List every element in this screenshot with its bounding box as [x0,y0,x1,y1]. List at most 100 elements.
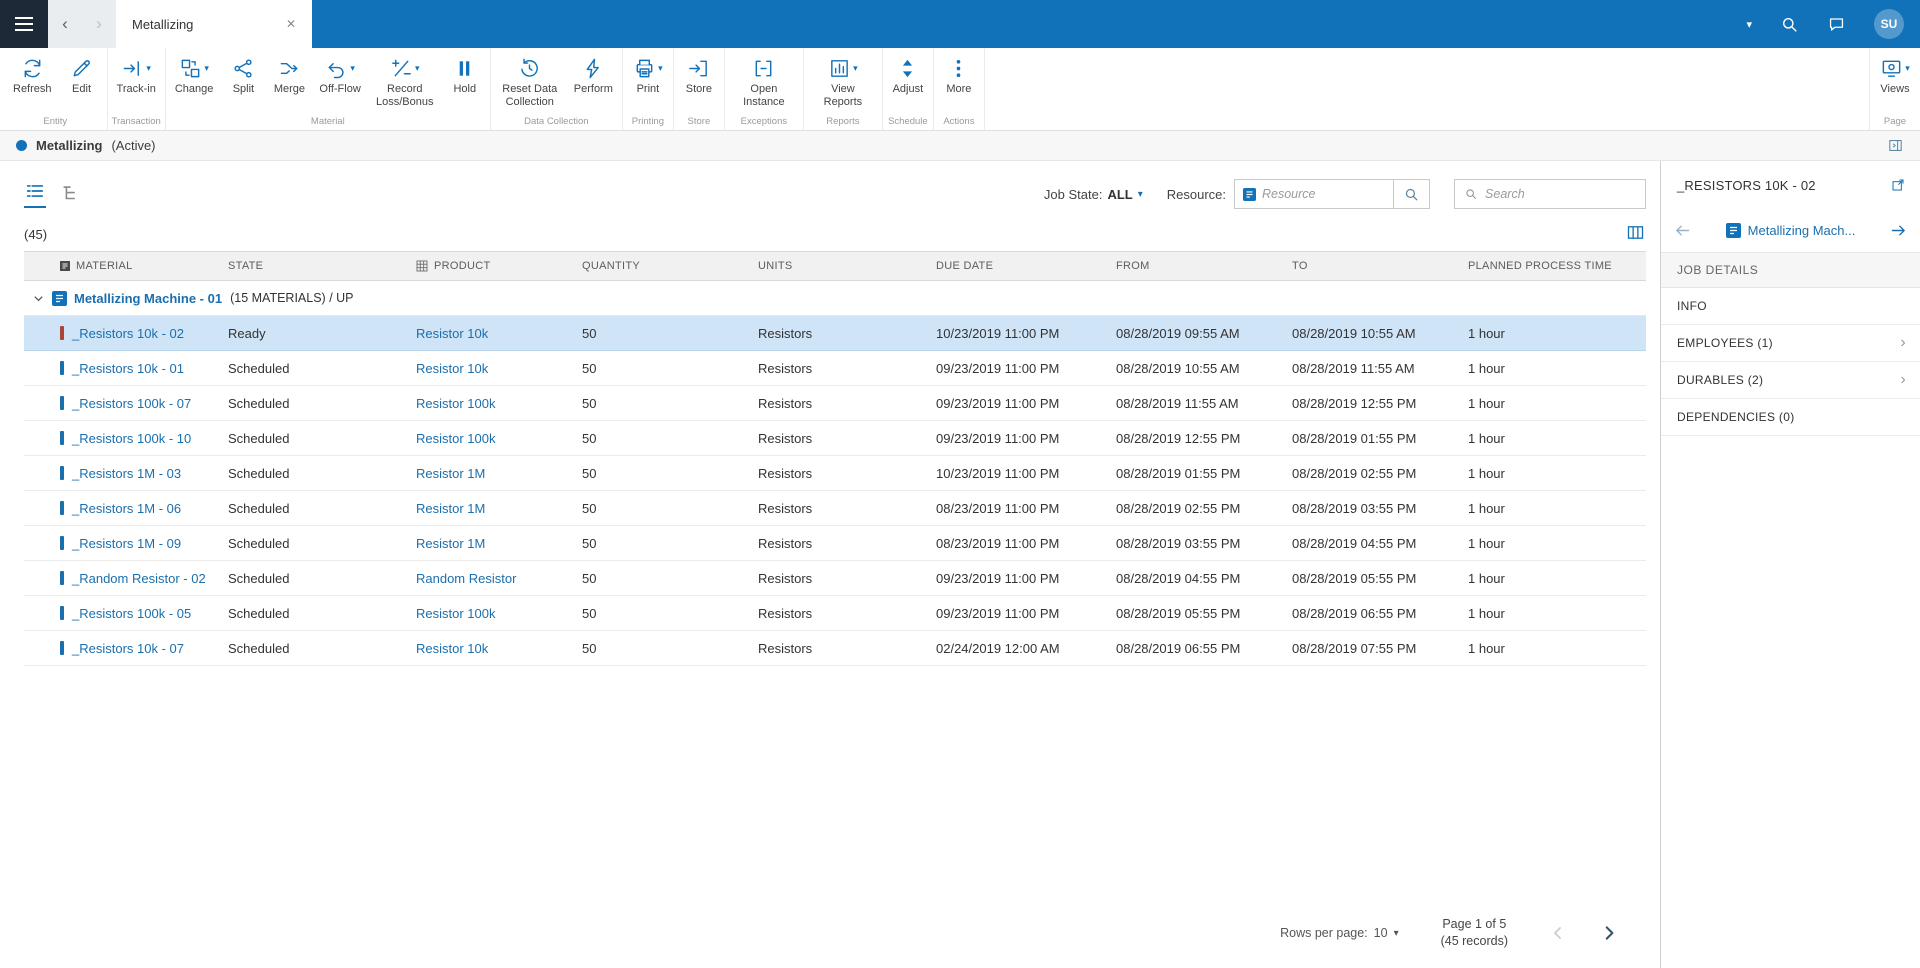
column-picker-icon[interactable] [1625,222,1646,246]
table-row[interactable]: _Resistors 10k - 02 Ready Resistor 10k 50 Re… [24,316,1646,351]
open-detail-icon[interactable] [1890,177,1906,193]
ribbon-button-perform[interactable]: Perform [567,48,620,96]
ribbon-button-change[interactable]: ▾ Change [168,48,221,96]
hamburger-menu-button[interactable] [0,0,48,48]
nav-right-arrow[interactable] [1889,221,1908,240]
product-link[interactable]: Resistor 10k [416,326,488,341]
column-header-state[interactable]: STATE [220,260,408,272]
product-link[interactable]: Resistor 100k [416,606,495,621]
ribbon-button-adjust[interactable]: Adjust [885,48,931,96]
material-link[interactable]: _Random Resistor - 02 [72,571,206,586]
due-date-cell: 10/23/2019 11:00 PM [936,465,1060,481]
ribbon-button-refresh[interactable]: Refresh [6,48,59,96]
job-state-filter[interactable]: Job State: ALL ▾ [1044,187,1143,202]
side-panel-item-dependencies-0[interactable]: DEPENDENCIES (0) [1661,399,1920,436]
list-view-toggle[interactable] [24,180,46,208]
side-panel-item-durables-2[interactable]: DURABLES (2) › [1661,362,1920,399]
product-link[interactable]: Resistor 100k [416,396,495,411]
table-row[interactable]: _Random Resistor - 02 Scheduled Random Res… [24,561,1646,596]
product-link[interactable]: Random Resistor [416,571,516,586]
ribbon-button-merge[interactable]: Merge [266,48,312,96]
product-link[interactable]: Resistor 100k [416,431,495,446]
column-header-product[interactable]: PRODUCT [408,260,574,272]
material-link[interactable]: _Resistors 1M - 06 [72,501,181,516]
column-header-from[interactable]: FROM [1108,260,1284,272]
column-header-material[interactable]: MATERIAL [52,260,220,272]
tab-metallizing[interactable]: Metallizing ✕ [116,0,312,48]
rows-per-page-control[interactable]: Rows per page: 10 ▾ [1280,926,1399,940]
pagination-bar: Rows per page: 10 ▾ Page 1 of 5 (45 reco… [24,916,1646,950]
material-link[interactable]: _Resistors 100k - 10 [72,431,191,446]
resource-group-row[interactable]: Metallizing Machine - 01 (15 MATERIALS) … [24,281,1646,316]
table-row[interactable]: _Resistors 1M - 03 Scheduled Resistor 1M 50… [24,456,1646,491]
ribbon-button-edit[interactable]: Edit [59,48,105,96]
material-link[interactable]: _Resistors 10k - 01 [72,361,184,376]
column-header-quantity[interactable]: QUANTITY [574,260,750,272]
ribbon-button-reset-data-collection[interactable]: Reset Data Collection [493,48,567,109]
table-row[interactable]: _Resistors 100k - 10 Scheduled Resistor 10… [24,421,1646,456]
forward-button[interactable]: › [82,0,116,48]
search-icon[interactable] [1780,15,1799,34]
tree-view-toggle[interactable] [60,182,82,208]
ribbon-button-more[interactable]: More [936,48,982,96]
material-link[interactable]: _Resistors 1M - 03 [72,466,181,481]
ribbon-button-split[interactable]: Split [220,48,266,96]
product-link[interactable]: Resistor 1M [416,536,485,551]
chat-icon[interactable] [1827,15,1846,34]
material-link[interactable]: _Resistors 1M - 09 [72,536,181,551]
ribbon-group-label: Entity [43,116,68,127]
resource-group-name[interactable]: Metallizing Machine - 01 [74,291,222,306]
ribbon-button-store[interactable]: Store [676,48,722,96]
ribbon-button-views[interactable]: ▾ Views [1872,48,1918,96]
product-link[interactable]: Resistor 1M [416,501,485,516]
side-panel-item-info[interactable]: INFO [1661,288,1920,325]
column-header-planned-process-time[interactable]: PLANNED PROCESS TIME [1460,260,1646,272]
user-avatar[interactable]: SU [1874,9,1904,39]
table-row[interactable]: _Resistors 100k - 05 Scheduled Resistor 10… [24,596,1646,631]
chevron-down-icon[interactable]: ▾ [1746,18,1752,31]
table-row[interactable]: _Resistors 100k - 07 Scheduled Resistor 10… [24,386,1646,421]
product-link[interactable]: Resistor 10k [416,641,488,656]
table-row[interactable]: _Resistors 10k - 07 Scheduled Resistor 10k… [24,631,1646,666]
back-button[interactable]: ‹ [48,0,82,48]
previous-page-button[interactable] [1550,925,1566,941]
material-link[interactable]: _Resistors 10k - 07 [72,641,184,656]
column-header-to[interactable]: TO [1284,260,1460,272]
ribbon-button-hold[interactable]: Hold [442,48,488,96]
planned-time-cell: 1 hour [1468,360,1505,376]
product-link[interactable]: Resistor 1M [416,466,485,481]
ribbon-button-print[interactable]: ▾ Print [625,48,671,96]
layout-panel-icon[interactable] [1887,137,1904,154]
close-icon[interactable]: ✕ [282,15,300,33]
collapse-chevron-icon[interactable] [24,292,52,305]
material-link[interactable]: _Resistors 100k - 05 [72,606,191,621]
page-info-line: Page 1 of 5 [1442,917,1507,932]
table-row[interactable]: _Resistors 1M - 06 Scheduled Resistor 1M 50… [24,491,1646,526]
merge-icon [278,57,301,80]
ribbon-button-record-loss-bonus[interactable]: ▾ Record Loss/Bonus [368,48,442,109]
ribbon-button-open-instance[interactable]: Open Instance [727,48,801,109]
material-link[interactable]: _Resistors 10k - 02 [72,326,184,341]
ribbon-group-label: Actions [943,116,975,127]
topbar-actions: ▾ SU [1746,9,1920,39]
column-header-units[interactable]: UNITS [750,260,928,272]
material-link[interactable]: _Resistors 100k - 07 [72,396,191,411]
side-panel-nav-label[interactable]: Metallizing Mach... [1748,223,1856,238]
ribbon-button-off-flow[interactable]: ▾ Off-Flow [312,48,367,96]
product-link[interactable]: Resistor 10k [416,361,488,376]
table-row[interactable]: _Resistors 10k - 01 Scheduled Resistor 10k… [24,351,1646,386]
table-row[interactable]: _Resistors 1M - 09 Scheduled Resistor 1M 50… [24,526,1646,561]
next-page-button[interactable] [1600,924,1618,942]
side-panel-item-employees-1[interactable]: EMPLOYEES (1) › [1661,325,1920,362]
status-dot-icon [16,140,27,151]
column-header-due-date[interactable]: DUE DATE [928,260,1108,272]
to-cell: 08/28/2019 07:55 PM [1292,640,1417,656]
change-icon [179,57,202,80]
resource-search-button[interactable] [1393,180,1429,208]
ribbon-button-track-in[interactable]: ▾ Track-in [110,48,163,96]
ribbon-group-label: Store [687,116,711,127]
ribbon-button-view-reports[interactable]: ▾ View Reports [806,48,880,109]
resource-input[interactable] [1262,187,1385,201]
search-input[interactable] [1485,187,1636,201]
nav-left-arrow[interactable] [1673,221,1692,240]
